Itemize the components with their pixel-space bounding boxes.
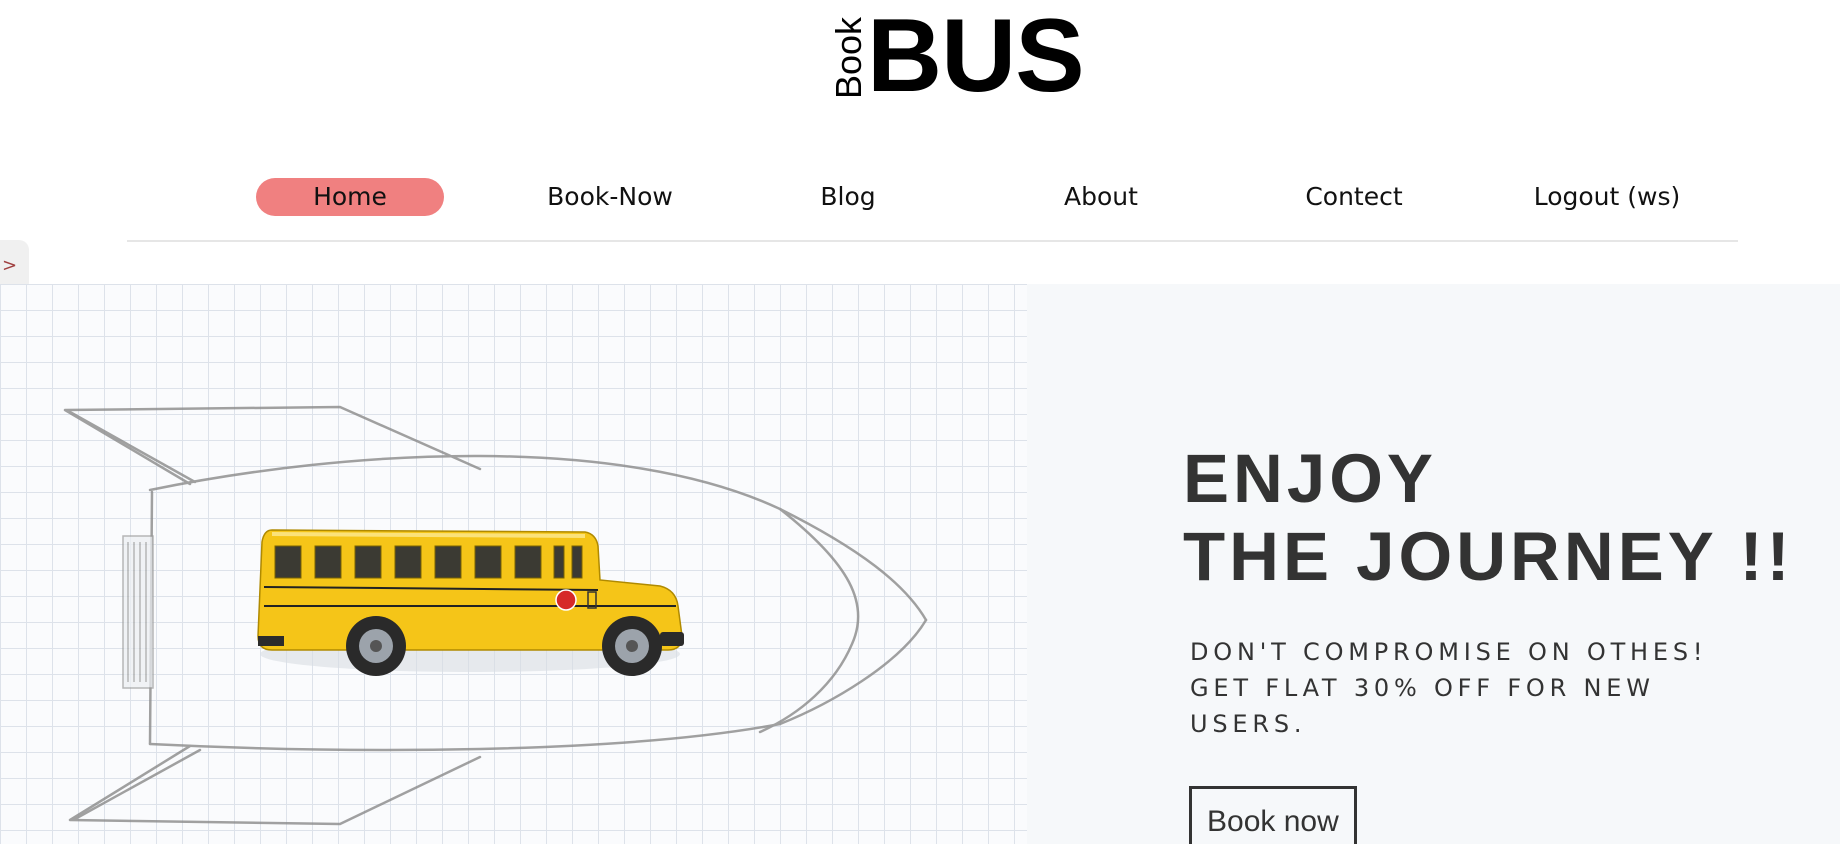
hero-image xyxy=(0,284,1027,844)
logo-book-text-wrap: Book xyxy=(828,10,869,106)
nav-item-book-now[interactable]: Book-Now xyxy=(520,178,700,216)
logo-bus-text: BUS xyxy=(867,0,1085,114)
page: Book BUS Home Book-Now Blog About Contec… xyxy=(0,0,1840,844)
book-now-button[interactable]: Book now xyxy=(1189,786,1357,844)
hero-text-block: ENJOY THE JOURNEY !! DON'T COMPROMISE ON… xyxy=(1183,440,1823,844)
hero-title: ENJOY THE JOURNEY !! xyxy=(1183,440,1823,596)
logo-book-text: Book xyxy=(828,16,869,100)
hero-section: ENJOY THE JOURNEY !! DON'T COMPROMISE ON… xyxy=(0,284,1840,844)
nav-item-contect[interactable]: Contect xyxy=(1279,178,1429,216)
main-nav: Home Book-Now Blog About Contect Logout … xyxy=(130,178,1680,218)
hero-subtitle: DON'T COMPROMISE ON OTHES! GET FLAT 30% … xyxy=(1190,638,1708,738)
nav-divider xyxy=(127,240,1738,242)
site-logo[interactable]: Book BUS xyxy=(828,4,1089,108)
school-bus-rocket-illustration xyxy=(63,405,928,826)
nav-item-logout[interactable]: Logout (ws) xyxy=(1512,178,1702,216)
nav-item-about[interactable]: About xyxy=(1026,178,1176,216)
hero-title-line2: THE JOURNEY !! xyxy=(1183,518,1794,595)
nav-item-home[interactable]: Home xyxy=(256,178,444,216)
hero-title-line1: ENJOY xyxy=(1183,440,1437,517)
nav-item-blog[interactable]: Blog xyxy=(773,178,923,216)
